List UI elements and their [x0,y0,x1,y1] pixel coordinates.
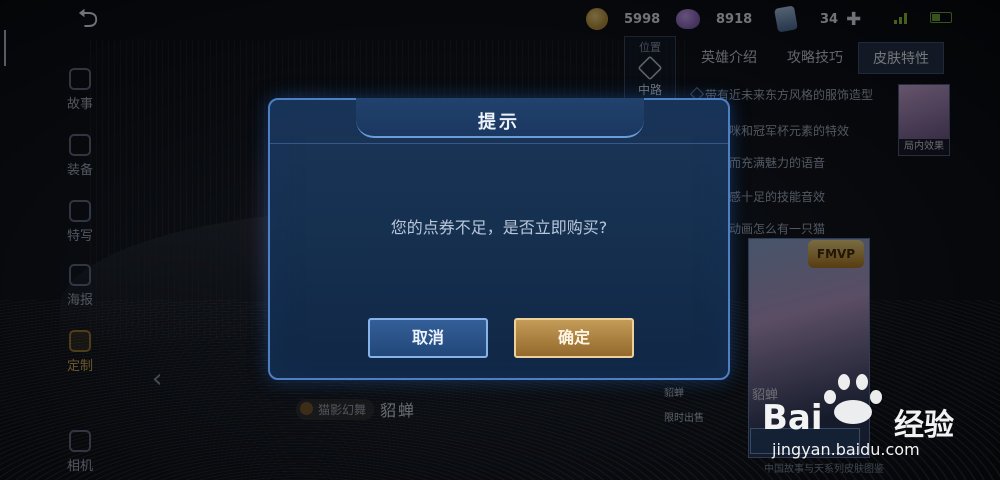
game-screen: ⮌ 5998 8918 34 ✚ 故事 装备 特写 海报 [0,0,1000,480]
dialog-header: 提示 [270,98,728,144]
watermark-url: jingyan.baidu.com [772,440,920,459]
watermark-suffix: 经验 [894,408,954,443]
baidu-jingyan-watermark: Bai 经验 jingyan.baidu.com [744,374,994,460]
watermark-brand: Bai [762,398,823,438]
confirm-button[interactable]: 确定 [514,318,634,358]
dialog-message: 您的点券不足，是否立即购买? [390,218,608,237]
dialog-title: 提示 [478,112,520,133]
confirm-dialog: 提示 您的点券不足，是否立即购买? 取消 确定 [268,98,730,380]
cancel-button[interactable]: 取消 [368,318,488,358]
paw-icon [818,374,888,424]
